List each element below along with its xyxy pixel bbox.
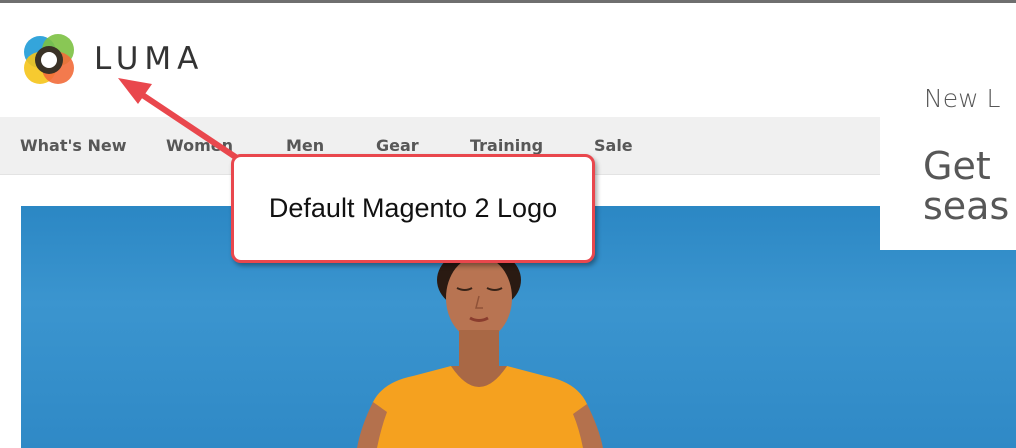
nav-item-sale[interactable]: Sale: [594, 117, 633, 174]
promo-subtitle: New L: [924, 84, 1001, 113]
promo-title-line-2: seas: [923, 184, 1010, 228]
annotation-label: Default Magento 2 Logo: [268, 193, 558, 223]
luma-logo-icon: [24, 34, 74, 84]
promo-title-line-1: Get: [923, 144, 991, 188]
annotation-callout: Default Magento 2 Logo: [231, 154, 595, 263]
promo-title: Get seas: [923, 146, 1009, 226]
promo-panel: New L Get seas: [880, 50, 1016, 250]
nav-item-whats-new[interactable]: What's New: [20, 117, 127, 174]
store-logo-link[interactable]: LUMA: [20, 30, 210, 90]
nav-item-women[interactable]: Women: [166, 117, 233, 174]
brand-name: LUMA: [94, 41, 205, 77]
site-header: LUMA: [0, 3, 1016, 117]
